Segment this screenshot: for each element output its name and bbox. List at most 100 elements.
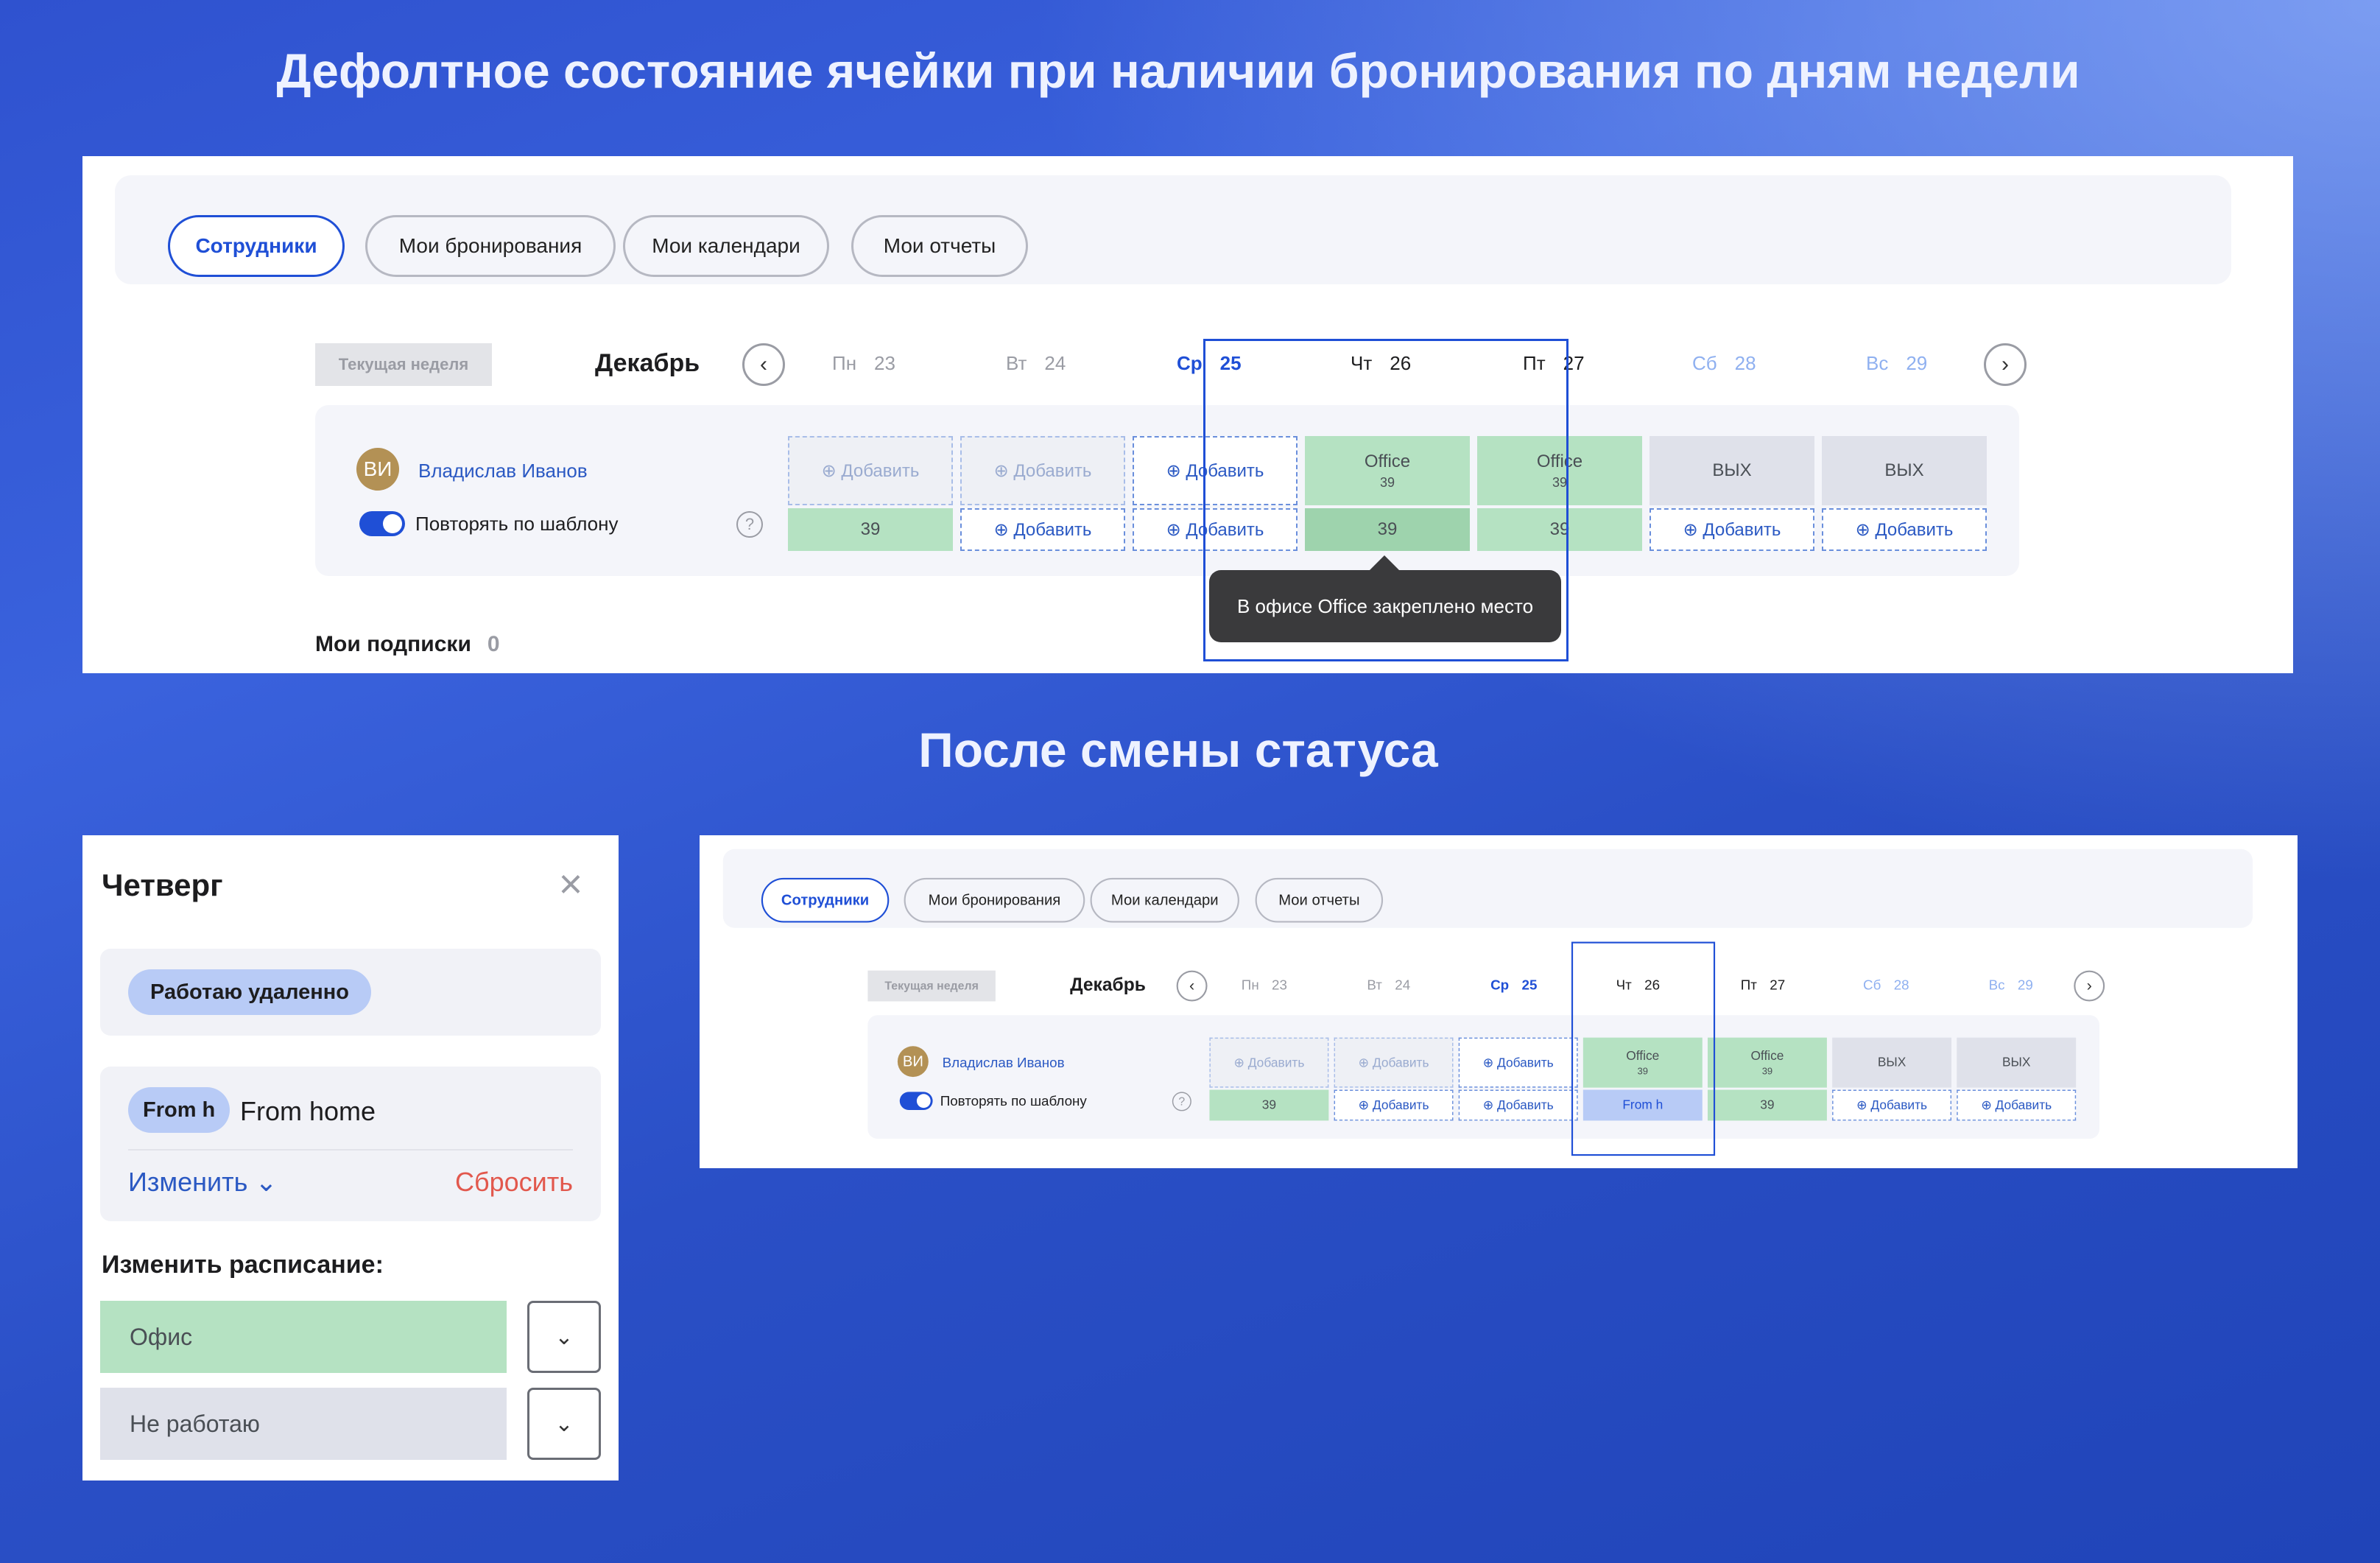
tab-3[interactable]: Мои отчеты <box>1255 877 1384 923</box>
day-name: Сб <box>1692 352 1717 374</box>
cell-text: ⊕ Добавить <box>1358 1055 1429 1070</box>
month-label: Декабрь <box>1070 974 1146 995</box>
chevron-right-icon[interactable]: › <box>1984 343 2027 386</box>
booking-cell[interactable]: ВЫХ <box>1822 436 1987 505</box>
day-name: Пн <box>832 352 857 374</box>
cell-subtext: 39 <box>1761 1065 1773 1077</box>
booking-cell[interactable]: ⊕ Добавить <box>1458 1037 1578 1088</box>
day-name: Пн <box>1241 977 1259 993</box>
chevron-left-icon[interactable]: ‹ <box>1176 970 1208 1002</box>
booking-cell[interactable]: ⊕ Добавить <box>1822 508 1987 551</box>
cell-text: ВЫХ <box>2001 1055 2031 1070</box>
day-header: Вс 29 <box>1866 352 1927 375</box>
cell-text: 39 <box>1760 1097 1775 1112</box>
booking-cell[interactable]: Office 39 <box>1707 1037 1827 1088</box>
day-header: Вт 24 <box>1367 977 1410 993</box>
cell-text: ⊕ Добавить <box>1233 1055 1305 1070</box>
tab-1[interactable]: Мои бронирования <box>904 877 1085 923</box>
schedule-label: Изменить расписание: <box>102 1251 384 1279</box>
cell-text: ⊕ Добавить <box>1683 519 1781 540</box>
day-header: Пн 23 <box>832 352 895 375</box>
repeat-toggle[interactable] <box>899 1092 933 1110</box>
day-name: Ср <box>1490 977 1510 993</box>
schedule-option-not-working[interactable]: Не работаю <box>100 1388 507 1460</box>
highlight-frame <box>1203 339 1569 661</box>
current-week-button[interactable]: Текущая неделя <box>867 970 996 1002</box>
booking-cell[interactable]: ⊕ Добавить <box>1209 1037 1329 1088</box>
location-box: From h From home Изменить ⌄ Сбросить <box>100 1067 601 1221</box>
repeat-toggle[interactable] <box>359 511 405 536</box>
cell-text: ⊕ Добавить <box>1981 1097 2052 1113</box>
booking-cell[interactable]: ВЫХ <box>1957 1037 2077 1088</box>
booking-cell[interactable]: ⊕ Добавить <box>1334 1089 1454 1121</box>
booking-cell[interactable]: ВЫХ <box>1832 1037 1952 1088</box>
day-header: Пт 27 <box>1741 977 1785 993</box>
day-header: Пн 23 <box>1242 977 1287 993</box>
employee-name[interactable]: Владислав Иванов <box>418 460 588 482</box>
drawer-title: Четверг <box>102 868 223 902</box>
day-header: Сб 28 <box>1863 977 1909 993</box>
booking-cell[interactable]: ⊕ Добавить <box>788 436 953 505</box>
booking-cell[interactable]: ⊕ Добавить <box>960 508 1125 551</box>
day-number: 28 <box>1893 977 1909 993</box>
day-name: Ср <box>1177 352 1203 374</box>
booking-cell[interactable]: ⊕ Добавить <box>1458 1089 1578 1121</box>
booking-cell[interactable]: 39 <box>788 508 953 551</box>
day-number: 28 <box>1734 352 1756 374</box>
day-name: Вс <box>1866 352 1889 374</box>
tabs-bar: Сотрудники Мои бронирования Мои календари М… <box>115 175 2231 284</box>
booking-cell[interactable]: ⊕ Добавить <box>1650 508 1814 551</box>
booking-cell[interactable]: ⊕ Добавить <box>1957 1089 2077 1121</box>
location-value: From home <box>240 1096 376 1126</box>
day-name: Вс <box>1988 977 2005 993</box>
highlight-frame <box>1571 941 1716 1156</box>
help-icon[interactable]: ? <box>736 511 763 538</box>
chevron-right-icon[interactable]: › <box>2074 970 2105 1002</box>
booking-cell[interactable]: ⊕ Добавить <box>1334 1037 1454 1088</box>
tab-3[interactable]: Мои отчеты <box>851 215 1028 277</box>
tab-1[interactable]: Мои бронирования <box>365 215 616 277</box>
day-header: Ср 25 <box>1490 977 1537 993</box>
help-icon[interactable]: ? <box>1172 1092 1191 1111</box>
booking-cell[interactable]: 39 <box>1209 1089 1329 1121</box>
cell-text: ⊕ Добавить <box>993 460 1092 481</box>
booking-cell[interactable]: ⊕ Добавить <box>1832 1089 1952 1121</box>
repeat-label: Повторять по шаблону <box>415 513 619 535</box>
status-chip[interactable]: Работаю удаленно <box>128 969 372 1015</box>
reset-button[interactable]: Сбросить <box>455 1167 573 1198</box>
cell-text: 39 <box>1261 1097 1277 1112</box>
day-header: Сб 28 <box>1692 352 1756 375</box>
tab-2[interactable]: Мои календари <box>623 215 829 277</box>
cell-text: ВЫХ <box>1877 1055 1907 1070</box>
cell-text: Office <box>1750 1048 1784 1063</box>
employee-name[interactable]: Владислав Иванов <box>943 1055 1065 1071</box>
calendar-panel-before: Сотрудники Мои бронирования Мои календари М… <box>82 156 2293 673</box>
cell-text: ⊕ Добавить <box>1482 1097 1554 1113</box>
tab-0[interactable]: Сотрудники <box>168 215 345 277</box>
day-number: 25 <box>1521 977 1538 993</box>
heading-default-state: Дефолтное состояние ячейки при наличии б… <box>276 43 2080 98</box>
cell-text: ВЫХ <box>1712 460 1752 480</box>
subscriptions-count: 0 <box>487 632 500 656</box>
avatar: ВИ <box>897 1046 929 1078</box>
chevron-down-icon[interactable]: ⌄ <box>527 1301 601 1373</box>
cell-text: ⊕ Добавить <box>993 519 1092 540</box>
booking-cell[interactable]: 39 <box>1707 1089 1827 1121</box>
booking-cell[interactable]: ВЫХ <box>1650 436 1814 505</box>
current-week-button[interactable]: Текущая неделя <box>315 343 492 386</box>
chevron-down-icon[interactable]: ⌄ <box>527 1388 601 1460</box>
tab-0[interactable]: Сотрудники <box>761 877 890 923</box>
change-button[interactable]: Изменить ⌄ <box>128 1167 278 1198</box>
tab-2[interactable]: Мои календари <box>1090 877 1239 923</box>
chevron-left-icon[interactable]: ‹ <box>742 343 785 386</box>
cell-text: ⊕ Добавить <box>821 460 920 481</box>
calendar-board: Сотрудники Мои бронирования Мои календари М… <box>82 156 2293 673</box>
day-number: 29 <box>1906 352 1928 374</box>
day-number: 23 <box>1272 977 1287 993</box>
schedule-option-office[interactable]: Офис <box>100 1301 507 1373</box>
cell-text: ⊕ Добавить <box>1855 519 1954 540</box>
cell-text: ⊕ Добавить <box>1856 1097 1928 1113</box>
close-icon[interactable]: × <box>552 863 589 905</box>
day-name: Сб <box>1863 977 1881 993</box>
booking-cell[interactable]: ⊕ Добавить <box>960 436 1125 505</box>
